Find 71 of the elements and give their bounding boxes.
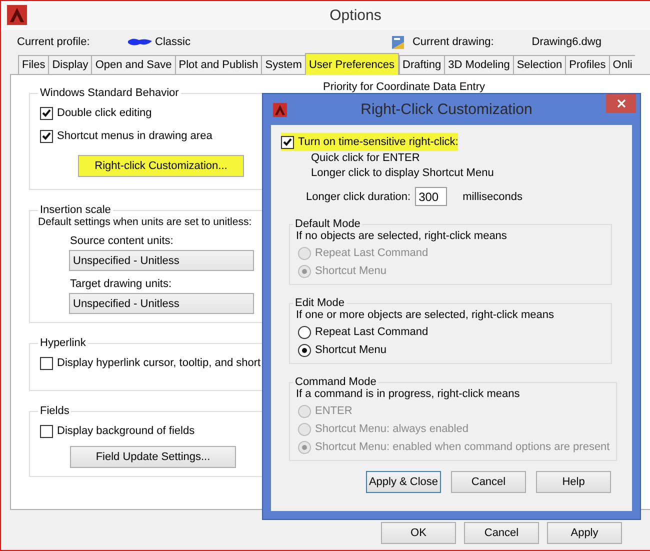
checkbox-label: Shortcut menus in drawing area xyxy=(57,130,212,142)
group-title: Default Mode xyxy=(294,218,362,230)
checkbox-label: Double click editing xyxy=(57,107,152,119)
group-title: Fields xyxy=(39,405,70,417)
radio-button[interactable] xyxy=(298,344,311,356)
field-label: Source content units: xyxy=(69,235,174,247)
dialog-button[interactable]: Help xyxy=(536,471,611,493)
radio-label: ENTER xyxy=(315,405,352,417)
tab[interactable]: Onli xyxy=(608,55,636,74)
checkbox[interactable] xyxy=(40,356,53,370)
settings-button[interactable]: Right-click Customization... xyxy=(78,155,244,177)
app-logo-icon xyxy=(273,102,287,116)
checkbox[interactable] xyxy=(40,130,53,142)
close-icon xyxy=(616,99,626,108)
app-logo-icon xyxy=(7,5,27,25)
drawing-file-icon xyxy=(390,34,406,50)
tab[interactable]: System xyxy=(261,55,305,74)
group-title: Insertion scale xyxy=(39,204,112,216)
radio-label: Repeat Last Command xyxy=(315,247,428,259)
hint-text: Quick click for ENTER xyxy=(310,151,421,166)
checkbox-label: Display background of fields xyxy=(57,425,195,437)
tab[interactable]: Files xyxy=(18,55,48,74)
group-title: Windows Standard Behavior xyxy=(39,87,180,99)
tab[interactable]: Display xyxy=(48,55,92,74)
duration-field[interactable]: 300 xyxy=(414,187,447,206)
group-description: If one or more objects are selected, right-click means xyxy=(296,309,556,321)
profile-value: Classic xyxy=(155,36,190,48)
units-dropdown[interactable]: Unspecified - Unitless xyxy=(69,293,254,314)
tab[interactable]: Open and Save xyxy=(91,55,175,74)
drawing-label: Current drawing: xyxy=(412,36,494,48)
drawing-value: Drawing6.dwg xyxy=(532,36,602,48)
group-description: Default settings when units are set to unitless: xyxy=(37,216,253,228)
group-title: Hyperlink xyxy=(39,337,87,349)
group-description: If a command is in progress, right-click means xyxy=(296,388,521,400)
radio-label: Repeat Last Command xyxy=(315,326,428,338)
checkbox[interactable] xyxy=(40,106,53,120)
units-dropdown[interactable]: Unspecified - Unitless xyxy=(69,250,254,271)
radio-label: Shortcut Menu xyxy=(315,265,387,277)
radio-button[interactable] xyxy=(298,326,311,338)
unit-label: milliseconds xyxy=(462,190,522,202)
dialog-title: Right-Click Customization xyxy=(360,101,534,118)
footer-button[interactable]: Cancel xyxy=(464,522,539,544)
section-heading: Priority for Coordinate Data Entry xyxy=(323,81,486,93)
checkbox-label: Display hyperlink cursor, tooltip, and short xyxy=(57,357,261,369)
footer-button[interactable]: OK xyxy=(381,522,456,544)
scribble-mark xyxy=(127,37,153,47)
close-button[interactable] xyxy=(606,94,636,113)
tab[interactable]: User Preferences xyxy=(304,53,399,75)
checkbox-label: Turn on time-sensitive right-click: xyxy=(298,136,458,148)
dialog-button[interactable]: Cancel xyxy=(451,471,526,493)
hint-text: Longer click to display Shortcut Menu xyxy=(310,166,495,181)
tab[interactable]: Plot and Publish xyxy=(174,55,262,74)
group-title: Command Mode xyxy=(294,376,378,388)
tab[interactable]: Selection xyxy=(512,55,566,74)
tab[interactable]: Profiles xyxy=(565,55,609,74)
footer-button[interactable]: Apply xyxy=(547,522,622,544)
checkbox[interactable] xyxy=(281,136,294,148)
checkbox[interactable] xyxy=(40,424,53,438)
radio-label: Shortcut Menu: enabled when command options are present xyxy=(315,441,610,453)
window-title: Options xyxy=(330,7,382,24)
group-description: If no objects are selected, right-click means xyxy=(296,230,508,242)
tab[interactable]: 3D Modeling xyxy=(444,55,513,74)
dialog-button[interactable]: Apply & Close xyxy=(366,471,441,493)
tab[interactable]: Drafting xyxy=(398,55,444,74)
radio-label: Shortcut Menu: always enabled xyxy=(315,423,468,435)
duration-label: Longer click duration: xyxy=(306,190,411,202)
field-label: Target drawing units: xyxy=(69,278,172,290)
profile-label: Current profile: xyxy=(17,36,91,48)
settings-button[interactable]: Field Update Settings... xyxy=(70,446,236,468)
group-title: Edit Mode xyxy=(294,297,346,309)
radio-label: Shortcut Menu xyxy=(315,344,387,356)
